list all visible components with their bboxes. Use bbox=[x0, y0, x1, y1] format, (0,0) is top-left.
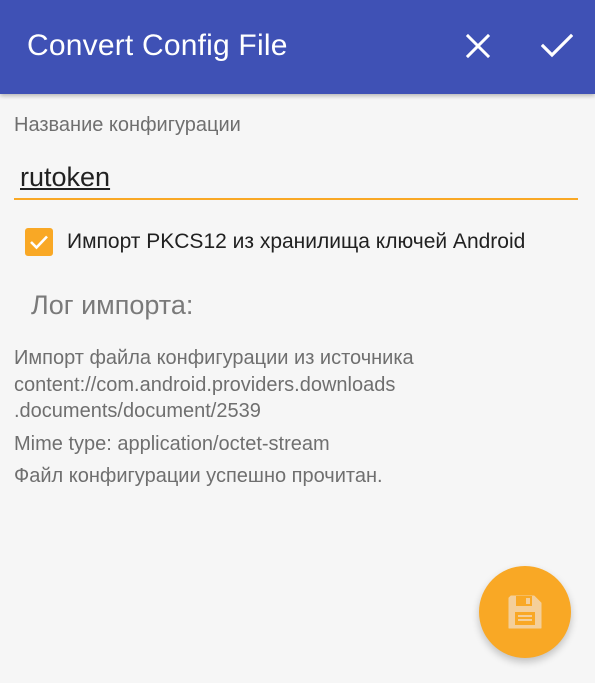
pkcs12-checkbox-row[interactable]: Импорт PKCS12 из хранилища ключей Androi… bbox=[25, 226, 525, 258]
save-button[interactable] bbox=[479, 566, 571, 658]
cancel-button[interactable] bbox=[454, 22, 502, 70]
check-icon bbox=[541, 33, 573, 58]
toolbar-title: Convert Config File bbox=[27, 29, 288, 62]
toolbar: Convert Config File bbox=[0, 0, 595, 94]
log-line: content://com.android.providers.download… bbox=[14, 373, 396, 396]
log-line: Файл конфигурации успешно прочитан. bbox=[14, 465, 383, 487]
log-line: .documents/document/2539 bbox=[14, 400, 261, 422]
config-name-input[interactable] bbox=[14, 156, 578, 200]
config-name-label: Название конфигурации bbox=[14, 114, 241, 136]
pkcs12-checkbox-label: Импорт PKCS12 из хранилища ключей Androi… bbox=[67, 230, 526, 253]
log-title: Лог импорта: bbox=[31, 290, 194, 320]
pkcs12-checkbox[interactable] bbox=[25, 228, 53, 256]
close-icon bbox=[465, 33, 491, 59]
convert-config-screen: Convert Config File Название конфигураци… bbox=[0, 0, 595, 683]
log-line: Mime type: application/octet-stream bbox=[14, 432, 330, 455]
confirm-button[interactable] bbox=[533, 22, 581, 70]
log-line: Импорт файла конфигурации из источника bbox=[14, 347, 414, 369]
log-body: Импорт файла конфигурации из источника c… bbox=[14, 345, 584, 490]
check-icon bbox=[30, 235, 48, 250]
save-icon bbox=[508, 595, 542, 629]
